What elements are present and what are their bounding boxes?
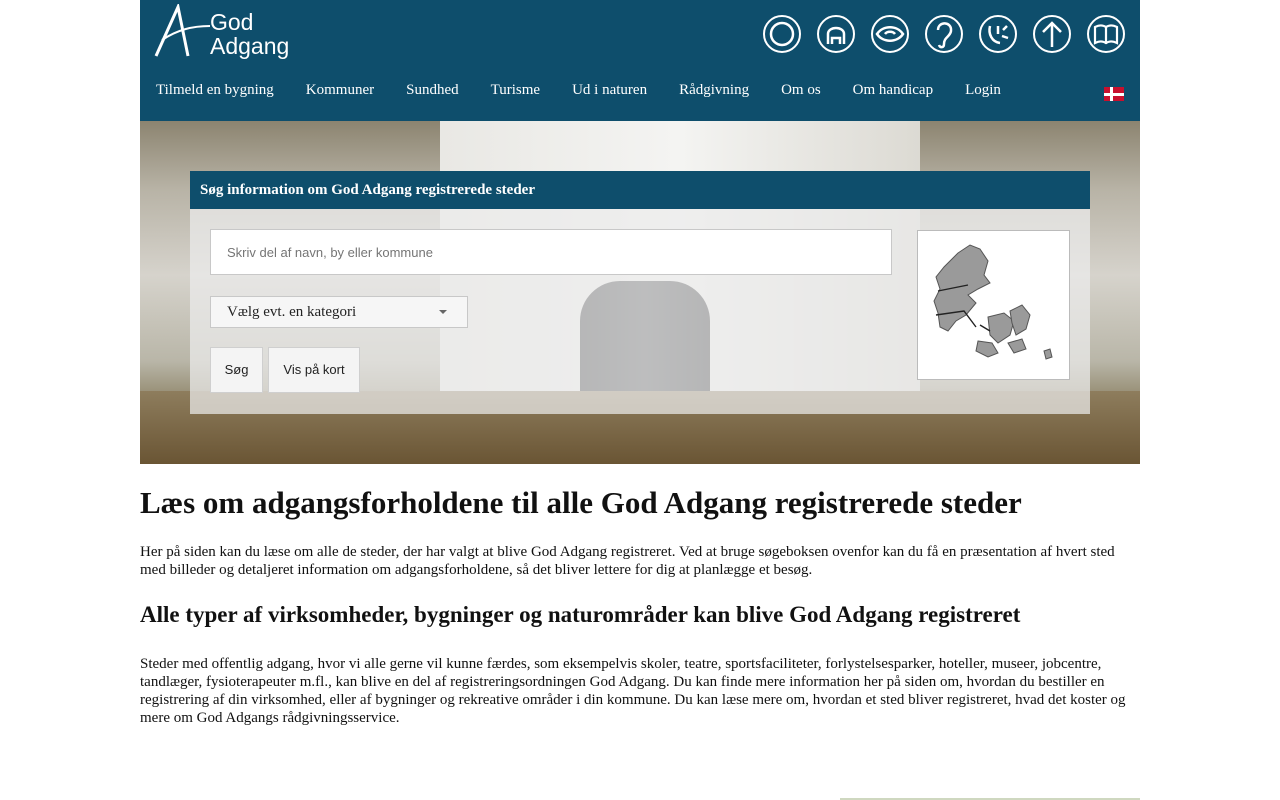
logo-text: God Adgang (210, 10, 289, 58)
category-select[interactable]: Vælg evt. en kategori (210, 296, 468, 328)
asthma-allergy-icon[interactable] (978, 14, 1018, 54)
eye-vision-icon[interactable] (870, 14, 910, 54)
page-title: Læs om adgangsforholdene til alle God Ad… (140, 485, 1022, 520)
nav-item-om-os[interactable]: Om os (781, 82, 821, 102)
search-panel: Søg information om God Adgang registrere… (190, 171, 1090, 414)
arm-mobility-icon[interactable] (816, 14, 856, 54)
main-content: Læs om adgangsforholdene til alle God Ad… (140, 485, 1140, 727)
page-wrapper: God Adgang Tilmeld en bygning Kommuner S… (140, 0, 1140, 464)
category-select-label: Vælg evt. en kategori (227, 304, 357, 320)
intro-paragraph: Her på siden kan du læse om alle de sted… (140, 544, 1115, 578)
search-button[interactable]: Søg (210, 347, 263, 393)
main-nav: Tilmeld en bygning Kommuner Sundhed Turi… (140, 82, 1017, 102)
accessibility-icons (762, 14, 1126, 54)
nav-item-turisme[interactable]: Turisme (491, 82, 540, 102)
search-input[interactable] (210, 229, 892, 275)
wheelchair-circle-icon[interactable] (762, 14, 802, 54)
nav-item-raadgivning[interactable]: Rådgivning (679, 82, 749, 102)
hero-banner: Søg information om God Adgang registrere… (140, 121, 1140, 464)
arrow-up-icon[interactable] (1032, 14, 1072, 54)
nav-item-sundhed[interactable]: Sundhed (406, 82, 459, 102)
logo-a-icon (154, 2, 211, 57)
logo-line1: God (210, 9, 254, 35)
god-adgang-logo[interactable]: God Adgang (152, 2, 302, 60)
denmark-map-icon (933, 244, 1053, 360)
show-on-map-button[interactable]: Vis på kort (268, 347, 360, 393)
section-heading: Alle typer af virksomheder, bygninger og… (140, 602, 1021, 627)
nav-item-kommuner[interactable]: Kommuner (306, 82, 374, 102)
site-header: God Adgang Tilmeld en bygning Kommuner S… (140, 0, 1140, 121)
nav-item-ud-i-naturen[interactable]: Ud i naturen (572, 82, 647, 102)
book-reading-icon[interactable] (1086, 14, 1126, 54)
nav-item-om-handicap[interactable]: Om handicap (853, 82, 933, 102)
danish-flag-icon[interactable] (1104, 87, 1124, 101)
caret-down-icon (439, 310, 447, 314)
denmark-map-thumbnail[interactable] (917, 230, 1070, 380)
nav-item-login[interactable]: Login (965, 82, 1001, 102)
search-title: Søg information om God Adgang registrere… (190, 171, 1090, 209)
body-paragraph: Steder med offentlig adgang, hvor vi all… (140, 656, 1126, 726)
logo-line2: Adgang (210, 33, 290, 59)
nav-item-tilmeld[interactable]: Tilmeld en bygning (156, 82, 274, 102)
ear-hearing-icon[interactable] (924, 14, 964, 54)
